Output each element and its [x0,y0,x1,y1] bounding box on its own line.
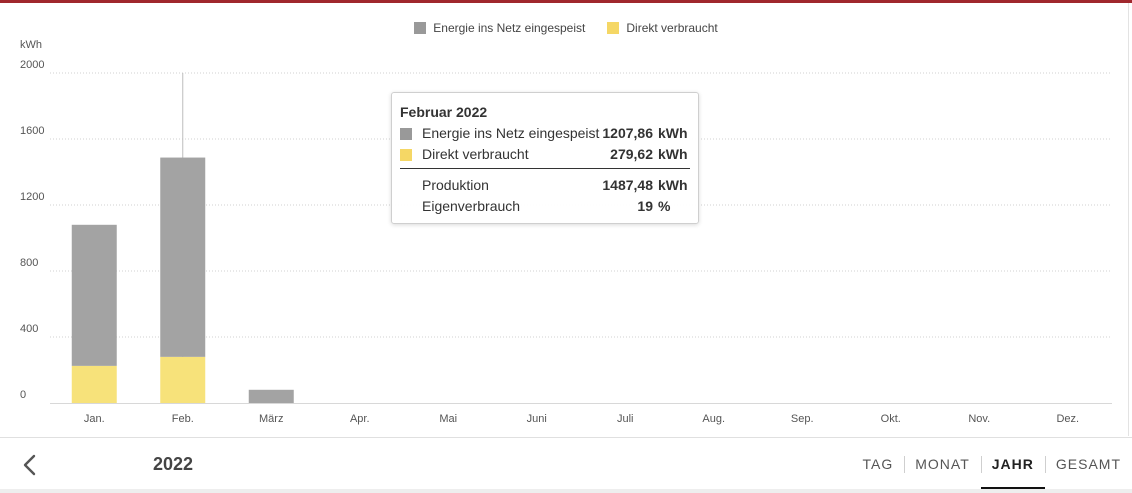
bottom-gap [0,489,1132,493]
selected-year: 2022 [153,454,194,474]
x-tick-label-11: Dez. [1056,413,1079,425]
tooltip-value-production: 1487,48 [602,177,653,193]
x-tick-label-9: Okt. [881,413,901,425]
tooltip-label-self-consumption: Eigenverbrauch [422,198,521,214]
tab-day[interactable]: TAG [851,438,904,490]
x-tick-label-8: Sep. [791,413,814,425]
y-tick-label-0: 0 [20,389,26,401]
tooltip-unit-grid-feed: kWh [658,125,688,141]
tab-month[interactable]: MONAT [904,438,981,490]
period-tabs: TAG MONAT JAHR GESAMT [851,438,1132,490]
tooltip-title: Februar 2022 [400,104,488,120]
x-tick-label-7: Aug. [702,413,725,425]
bar-0-series-0 [71,365,117,403]
bar-1-series-1 [160,157,206,357]
tooltip-row-direct-use: Direkt verbraucht 279,62 kWh [400,144,690,165]
bar-1-series-0 [160,356,206,403]
y-tick-label-800: 800 [20,257,38,269]
x-tick-label-10: Nov. [968,413,990,425]
x-tick-label-6: Juli [617,413,634,425]
tab-year[interactable]: JAHR [980,438,1046,490]
y-tick-label-2000: 2000 [20,59,44,71]
tooltip-value-direct-use: 279,62 [610,146,653,162]
x-tick-label-0: Jan. [84,413,105,425]
tab-total[interactable]: GESAMT [1044,438,1132,490]
tooltip-value-grid-feed: 1207,86 [602,125,653,141]
tooltip-unit-direct-use: kWh [658,146,688,162]
hover-tooltip: Februar 2022 Energie ins Netz eingespeis… [391,92,699,224]
tooltip-swatch-grid-feed [400,127,412,140]
x-tick-label-1: Feb. [172,413,194,425]
chevron-left-icon [23,454,36,476]
tooltip-swatch-direct-use [400,148,412,161]
tooltip-row-self-consumption: Eigenverbrauch 19 % [400,196,690,217]
y-tick-label-1600: 1600 [20,125,44,137]
tooltip-value-self-consumption: 19 [637,198,653,214]
y-axis-label: kWh [20,39,42,51]
y-tick-label-400: 400 [20,323,38,335]
previous-year-button[interactable] [17,451,45,479]
bar-0-series-1 [71,224,117,366]
period-navigation-bar: 2022 TAG MONAT JAHR GESAMT [0,437,1132,490]
tooltip-row-production: Produktion 1487,48 kWh [400,175,690,196]
y-tick-label-1200: 1200 [20,191,44,203]
tooltip-label-grid-feed: Energie ins Netz eingespeist [422,125,600,141]
x-tick-label-3: Apr. [350,413,370,425]
tooltip-unit-self-consumption: % [658,198,671,214]
tooltip-label-direct-use: Direkt verbraucht [422,146,529,162]
x-tick-label-4: Mai [439,413,457,425]
x-tick-label-5: Juni [527,413,547,425]
tooltip-row-grid-feed: Energie ins Netz eingespeist 1207,86 kWh [400,123,690,144]
bar-2-series-1 [248,389,294,403]
x-tick-label-2: März [259,413,283,425]
tooltip-label-production: Produktion [422,177,489,193]
tooltip-divider [400,168,690,169]
tooltip-unit-production: kWh [658,177,688,193]
